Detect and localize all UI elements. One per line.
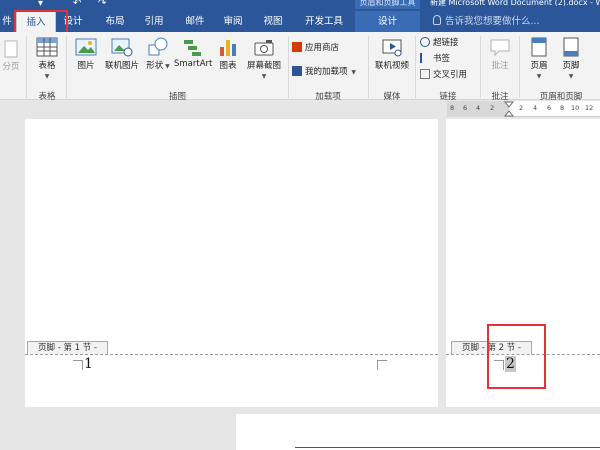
table-label: 表格 — [38, 61, 56, 71]
hyperlink-icon — [420, 37, 430, 47]
highlight-page-number — [487, 324, 546, 389]
store-button[interactable]: 应用商店 — [292, 41, 339, 55]
group-label-illustrations: 插图 — [168, 92, 186, 102]
footer-label: 页脚 — [562, 61, 580, 71]
footer-boundary — [25, 354, 438, 355]
footer-button[interactable]: 页脚 ▼ — [556, 37, 586, 81]
comment-label: 批注 — [491, 61, 509, 71]
tab-references[interactable]: 引用 — [139, 11, 169, 32]
store-icon — [292, 42, 302, 52]
hyperlink-button[interactable]: 超链接 — [420, 36, 459, 50]
smartart-icon — [184, 40, 201, 56]
video-icon — [382, 39, 402, 57]
tab-file[interactable]: 件 — [0, 11, 14, 32]
tab-developer[interactable]: 开发工具 — [297, 11, 351, 32]
shapes-label: 形状 — [146, 61, 164, 71]
picture-label: 图片 — [77, 61, 95, 71]
shapes-icon — [148, 37, 168, 56]
tab-layout[interactable]: 布局 — [100, 11, 130, 32]
my-addins-button[interactable]: 我的加载项 ▼ — [292, 65, 356, 79]
my-addins-label: 我的加载项 — [305, 67, 348, 77]
group-separator — [288, 36, 289, 98]
contextual-tab-group-title: 页眉和页脚工具 — [355, 0, 420, 9]
group-separator — [519, 36, 520, 98]
ruler-mark: 10 — [571, 104, 580, 112]
smartart-button[interactable]: SmartArt — [174, 37, 212, 69]
header-rule-line — [295, 447, 600, 448]
picture-button[interactable]: 图片 — [70, 37, 102, 71]
redo-icon[interactable]: ↷ — [98, 0, 106, 9]
tab-header-footer-design[interactable]: 设计 — [355, 11, 420, 32]
table-icon — [36, 37, 58, 57]
group-label-addins: 加载项 — [315, 92, 341, 102]
bookmark-icon — [420, 53, 430, 63]
tab-view[interactable]: 视图 — [258, 11, 288, 32]
ruler-mark: 12 — [585, 104, 594, 112]
ruler-mark: 2 — [490, 104, 495, 112]
comment-button[interactable]: 批注 — [484, 37, 516, 71]
cross-reference-label: 交叉引用 — [433, 70, 468, 80]
page-number-field[interactable]: 1 — [84, 356, 93, 372]
ruler-mark: 8 — [560, 104, 565, 112]
cross-reference-icon — [420, 69, 430, 79]
header-label: 页眉 — [530, 61, 548, 71]
save-icon[interactable]: ▾ — [38, 0, 43, 9]
ruler-mark: 4 — [476, 104, 481, 112]
tab-review[interactable]: 审阅 — [218, 11, 248, 32]
ruler-mark: 6 — [547, 104, 552, 112]
indent-marker-icon[interactable] — [504, 101, 514, 117]
picture-icon — [75, 38, 97, 56]
header-icon — [531, 37, 547, 57]
screenshot-button[interactable]: 屏幕截图 ▼ — [243, 37, 285, 81]
group-label-media: 媒体 — [383, 92, 401, 102]
page-icon — [4, 40, 18, 58]
tell-me-text: 告诉我您想要做什么... — [445, 16, 540, 27]
smartart-label: SmartArt — [174, 59, 213, 69]
footer-section-tag: 页脚 - 第 1 节 - — [27, 341, 109, 354]
online-picture-button[interactable]: 联机图片 — [102, 37, 142, 71]
header-button[interactable]: 页眉 ▼ — [524, 37, 554, 81]
ruler-mark: 8 — [450, 104, 455, 112]
bookmark-button[interactable]: 书签 — [420, 52, 450, 66]
tell-me-box[interactable]: 告诉我您想要做什么... — [433, 11, 540, 32]
online-picture-icon — [111, 38, 133, 57]
cross-reference-button[interactable]: 交叉引用 — [420, 68, 467, 82]
addins-icon — [292, 66, 302, 76]
lightbulb-icon — [433, 15, 441, 25]
tab-mailings[interactable]: 邮件 — [180, 11, 210, 32]
online-video-button[interactable]: 联机视频 — [372, 37, 412, 71]
group-separator — [368, 36, 369, 98]
margin-corner-mark — [377, 360, 387, 370]
chart-icon — [220, 40, 236, 56]
screenshot-label: 屏幕截图 — [246, 61, 281, 71]
store-label: 应用商店 — [305, 43, 340, 53]
chart-label: 图表 — [219, 61, 237, 71]
ruler-mark: 4 — [533, 104, 538, 112]
online-picture-label: 联机图片 — [104, 61, 139, 71]
chart-button[interactable]: 图表 — [214, 37, 242, 71]
group-separator — [415, 36, 416, 98]
blank-page-button[interactable]: 分页 — [0, 40, 22, 72]
group-separator — [66, 36, 67, 98]
comment-icon — [490, 39, 510, 57]
screenshot-icon — [254, 40, 274, 56]
document-page-next[interactable] — [236, 414, 600, 450]
online-video-label: 联机视频 — [374, 61, 409, 71]
hyperlink-label: 超链接 — [433, 38, 459, 48]
table-button[interactable]: 表格 ▼ — [30, 37, 64, 81]
shapes-button[interactable]: 形状 ▼ — [142, 37, 174, 71]
bookmark-label: 书签 — [433, 54, 451, 64]
undo-icon[interactable]: ↶ — [73, 0, 81, 9]
margin-corner-mark — [73, 360, 83, 370]
group-separator — [480, 36, 481, 98]
group-label-tables: 表格 — [38, 92, 56, 102]
footer-icon — [563, 37, 579, 57]
ruler-mark: 2 — [519, 104, 524, 112]
document-title: 新建 Microsoft Word Document (2).docx - Wo… — [430, 0, 600, 6]
ruler-mark: 6 — [463, 104, 468, 112]
blank-page-label: 分页 — [2, 62, 20, 72]
group-separator — [26, 36, 27, 98]
